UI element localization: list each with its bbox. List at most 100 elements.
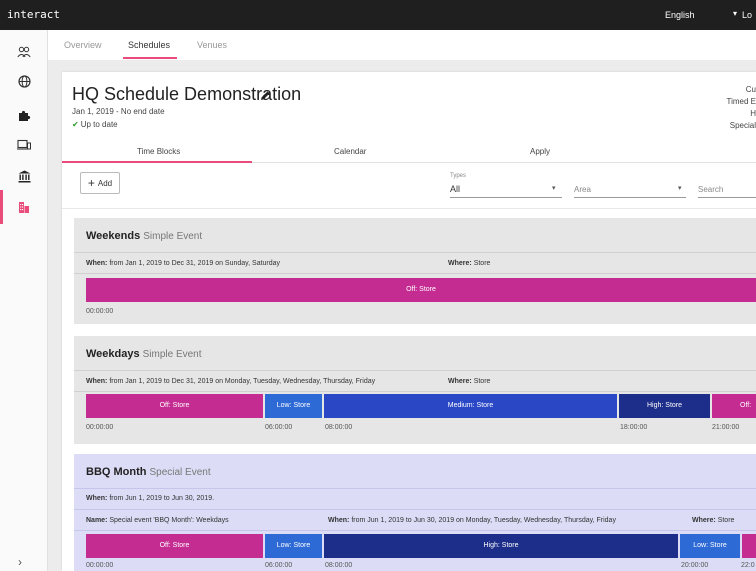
users-icon[interactable]	[14, 42, 34, 62]
sub-event-where: Where: Store	[692, 517, 734, 524]
legend-line: Special	[729, 121, 756, 130]
schedule-card: HQ Schedule Demonstration Jan 1, 2019 - …	[62, 72, 756, 571]
where-value: Store	[473, 260, 491, 267]
when-value: from Jun 1, 2019 to Jun 30, 2019.	[109, 495, 215, 502]
globe-icon[interactable]	[14, 71, 34, 91]
divider	[74, 391, 756, 392]
where-value: Store	[473, 378, 491, 385]
time-tick: 00:00:00	[86, 308, 114, 315]
top-bar: interact English ▾ Lo	[0, 0, 756, 30]
when-label: When:	[86, 378, 108, 385]
tab-active-underline	[123, 57, 177, 59]
where-label: Where:	[448, 378, 472, 385]
sub-event-when: When: from Jun 1, 2019 to Jun 30, 2019 o…	[328, 517, 616, 524]
add-button[interactable]: + Add	[80, 172, 120, 194]
event-title: BBQ Month Special Event	[86, 466, 211, 478]
time-block-high[interactable]: High: Store	[619, 394, 710, 418]
time-block-off[interactable]	[742, 534, 756, 558]
event-when: When: from Jan 1, 2019 to Dec 31, 2019 o…	[86, 378, 375, 385]
puzzle-icon[interactable]	[14, 105, 34, 125]
event-card-weekends[interactable]: Weekends Simple Event When: from Jan 1, 2…	[74, 218, 756, 324]
event-card-bbq-month[interactable]: BBQ Month Special Event When: from Jun 1,…	[74, 454, 756, 571]
time-tick: 20:00:00	[681, 562, 709, 569]
pencil-icon[interactable]	[260, 88, 271, 106]
subtab-active-underline	[62, 161, 252, 163]
main-tabs: Overview Schedules Venues	[48, 30, 756, 60]
event-where: Where: Store	[448, 378, 490, 385]
time-tick: 08:00:00	[325, 562, 353, 569]
time-tick: 21:00:00	[712, 424, 740, 431]
time-tick: 06:00:00	[265, 424, 293, 431]
caret-down-icon[interactable]: ▾	[552, 184, 556, 192]
time-block-low[interactable]: Low: Store	[265, 394, 322, 418]
schedule-building-icon[interactable]	[14, 197, 34, 217]
time-block-low[interactable]: Low: Store	[265, 534, 322, 558]
subtab-time-blocks[interactable]: Time Blocks	[137, 147, 180, 156]
when-value: from Jun 1, 2019 to Jun 30, 2019 on Mond…	[351, 517, 616, 524]
plus-icon: +	[87, 176, 95, 190]
when-label: When:	[86, 260, 108, 267]
subtab-apply[interactable]: Apply	[530, 147, 550, 156]
where-label: Where:	[448, 260, 472, 267]
subtab-calendar[interactable]: Calendar	[334, 147, 366, 156]
time-block-off[interactable]: Off: Store	[86, 534, 263, 558]
divider	[74, 273, 756, 274]
time-tick: 00:00:00	[86, 424, 114, 431]
time-block-low[interactable]: Low: Store	[680, 534, 740, 558]
types-underline	[450, 197, 562, 198]
event-name: Weekends	[86, 230, 141, 242]
tab-overview[interactable]: Overview	[64, 40, 102, 50]
logout-link[interactable]: Lo	[742, 10, 752, 20]
divider	[62, 208, 756, 209]
time-block-off[interactable]: Off: Store	[86, 278, 756, 302]
chevron-right-icon[interactable]: ›	[18, 555, 22, 569]
divider	[74, 488, 756, 489]
when-value: from Jan 1, 2019 to Dec 31, 2019 on Mond…	[109, 378, 376, 385]
types-select[interactable]: All	[450, 184, 460, 194]
legend-line: Cu	[745, 85, 756, 94]
time-block-off[interactable]: Off:	[712, 394, 756, 418]
event-type: Special Event	[149, 467, 211, 478]
time-tick: 22:0	[741, 562, 755, 569]
name-value: Special event 'BBQ Month': Weekdays	[109, 517, 229, 524]
devices-icon[interactable]	[14, 135, 34, 155]
event-when: When: from Jan 1, 2019 to Dec 31, 2019 o…	[86, 260, 280, 267]
types-label: Types	[450, 173, 467, 179]
time-tick: 18:00:00	[620, 424, 648, 431]
area-underline	[574, 197, 686, 198]
caret-down-icon[interactable]: ▾	[678, 184, 682, 192]
legend-line: H	[750, 109, 756, 118]
bank-icon[interactable]	[14, 166, 34, 186]
time-tick: 00:00:00	[86, 562, 114, 569]
where-value: Store	[717, 517, 735, 524]
where-label: Where:	[692, 517, 716, 524]
time-block-high[interactable]: High: Store	[324, 534, 678, 558]
search-underline	[698, 197, 756, 198]
tab-venues[interactable]: Venues	[197, 40, 227, 50]
time-tick: 08:00:00	[325, 424, 353, 431]
check-icon: ✔	[72, 120, 79, 129]
when-label: When:	[86, 495, 108, 502]
event-name: BBQ Month	[86, 466, 147, 478]
divider	[74, 252, 756, 253]
status-indicator: ✔ Up to date	[72, 120, 118, 129]
name-label: Name:	[86, 517, 108, 524]
area-select[interactable]: Area	[574, 185, 591, 194]
time-block-off[interactable]: Off: Store	[86, 394, 263, 418]
caret-down-icon[interactable]: ▾	[733, 9, 737, 18]
event-type: Simple Event	[143, 231, 203, 242]
event-title: Weekdays Simple Event	[86, 348, 202, 360]
legend-line: Timed E	[726, 97, 756, 106]
event-title: Weekends Simple Event	[86, 230, 202, 242]
event-card-weekdays[interactable]: Weekdays Simple Event When: from Jan 1, 2…	[74, 336, 756, 444]
tab-schedules[interactable]: Schedules	[128, 40, 170, 50]
time-tick: 06:00:00	[265, 562, 293, 569]
event-name: Weekdays	[86, 348, 140, 360]
when-value: from Jan 1, 2019 to Dec 31, 2019 on Sund…	[109, 260, 281, 267]
brand-logo: interact	[7, 8, 60, 21]
time-block-medium[interactable]: Medium: Store	[324, 394, 617, 418]
event-when: When: from Jun 1, 2019 to Jun 30, 2019.	[86, 495, 214, 502]
language-selector[interactable]: English	[665, 10, 695, 20]
schedule-dates: Jan 1, 2019 - No end date	[72, 107, 165, 116]
search-input[interactable]: Search	[698, 185, 723, 194]
